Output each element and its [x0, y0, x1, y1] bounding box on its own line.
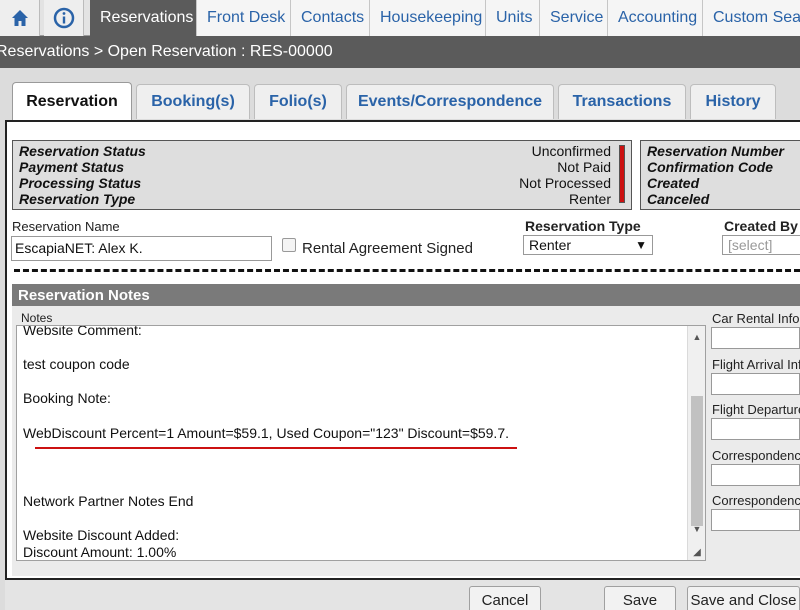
notes-line: Network Partner Notes End	[23, 493, 194, 509]
payment-status-value: Not Paid	[557, 159, 611, 175]
nav-tab-label: Reservations	[100, 9, 194, 26]
rental-agreement-checkbox[interactable]	[282, 238, 296, 252]
notes-section-title: Reservation Notes	[18, 286, 150, 304]
home-icon	[11, 10, 28, 26]
reservation-type-label: Reservation Type	[19, 191, 136, 207]
payment-status-label: Payment Status	[19, 159, 125, 175]
notes-section-header: Reservation Notes	[12, 284, 800, 306]
notes-line: Booking Note:	[23, 390, 111, 406]
scroll-down-icon[interactable]: ▼	[688, 522, 705, 536]
top-nav: Reservations Front Desk Contacts Houseke…	[0, 0, 800, 36]
nav-tab-label: Housekeeping	[380, 9, 483, 26]
nav-tab-label: Service	[550, 9, 604, 26]
breadcrumb: Reservations > Open Reservation : RES-00…	[0, 36, 800, 68]
reservation-name-input[interactable]: EscapiaNET: Alex K.	[11, 236, 272, 261]
created-by-select[interactable]: [select]	[722, 235, 800, 255]
car-rental-input[interactable]	[711, 327, 800, 349]
info-button[interactable]	[44, 0, 84, 36]
flight-departure-label: Flight Departure	[712, 402, 800, 417]
scroll-up-icon[interactable]: ▲	[688, 330, 705, 344]
reservation-status-label: Reservation Status	[19, 143, 146, 159]
home-button[interactable]	[0, 0, 40, 36]
processing-status-value: Not Processed	[519, 175, 611, 191]
correspondence-input-1[interactable]	[711, 464, 800, 486]
rental-agreement-label: Rental Agreement Signed	[302, 240, 473, 257]
processing-status-label: Processing Status	[19, 175, 142, 191]
tab-events-correspondence[interactable]: Events/Correspondence	[346, 84, 554, 119]
reservation-type-value: Renter	[568, 191, 611, 207]
save-button[interactable]: Save	[604, 586, 676, 610]
divider	[14, 269, 800, 272]
nav-tab-accounting[interactable]: Accounting	[608, 0, 703, 36]
app-root: Reservations Front Desk Contacts Houseke…	[0, 0, 800, 610]
created-label: Created	[647, 175, 700, 191]
notes-line: test coupon code	[23, 356, 130, 372]
flight-arrival-label: Flight Arrival Inf	[712, 357, 800, 372]
nav-tab-contacts[interactable]: Contacts	[291, 0, 370, 36]
nav-tab-custom-search[interactable]: Custom Sear	[703, 0, 800, 36]
nav-tab-service[interactable]: Service	[540, 0, 608, 36]
tab-label: Folio(s)	[269, 93, 327, 110]
reservation-type-field-label: Reservation Type	[525, 218, 641, 234]
tab-label: History	[705, 93, 761, 110]
status-indicator	[619, 145, 625, 203]
tab-reservation[interactable]: Reservation	[12, 82, 132, 121]
confirmation-code-label: Confirmation Code	[647, 159, 773, 175]
flight-arrival-input[interactable]	[711, 373, 800, 395]
notes-textarea[interactable]: Website Comment: test coupon code Bookin…	[16, 325, 706, 561]
status-box: Reservation Status Payment Status Proces…	[12, 140, 632, 210]
tab-label: Transactions	[572, 93, 672, 110]
reservation-name-label: Reservation Name	[12, 219, 120, 234]
scrollbar-thumb[interactable]	[691, 396, 703, 526]
reservation-number-label: Reservation Number	[647, 143, 784, 159]
nav-tab-label: Units	[496, 9, 533, 26]
dropdown-arrow-icon: ▼	[635, 238, 647, 252]
tab-label: Events/Correspondence	[357, 93, 543, 110]
resize-grip-icon[interactable]: ◢	[688, 546, 705, 560]
reservation-status-value: Unconfirmed	[531, 143, 611, 159]
notes-line: Discount Amount: 1.00%	[23, 544, 177, 560]
correspondence-input-2[interactable]	[711, 509, 800, 531]
nav-tab-label: Front Desk	[207, 9, 286, 26]
tab-bookings[interactable]: Booking(s)	[136, 84, 250, 119]
tab-transactions[interactable]: Transactions	[558, 84, 686, 119]
nav-tab-housekeeping[interactable]: Housekeeping	[370, 0, 486, 36]
cancel-button[interactable]: Cancel	[469, 586, 541, 610]
nav-tab-front-desk[interactable]: Front Desk	[197, 0, 291, 36]
save-and-close-button[interactable]: Save and Close	[687, 586, 800, 610]
nav-tab-reservations[interactable]: Reservations	[90, 0, 197, 36]
nav-tab-units[interactable]: Units	[486, 0, 540, 36]
tab-folios[interactable]: Folio(s)	[254, 84, 342, 119]
info-icon	[53, 7, 74, 29]
info-box: Reservation Number Confirmation Code Cre…	[640, 140, 800, 210]
correspondence-label-1: Correspondence	[712, 448, 800, 463]
notes-scrollbar[interactable]: ▲ ▼ ◢	[687, 326, 705, 560]
nav-tab-label: Custom Sear	[713, 9, 800, 26]
nav-tab-label: Contacts	[301, 9, 365, 26]
tab-label: Reservation	[26, 93, 118, 110]
notes-label: Notes	[21, 311, 53, 325]
notes-line: Website Discount Added:	[23, 527, 180, 543]
tab-history[interactable]: History	[690, 84, 776, 119]
flight-departure-input[interactable]	[711, 418, 800, 440]
reservation-type-select[interactable]: Renter ▼	[523, 235, 653, 255]
reservation-type-selected: Renter	[529, 237, 572, 253]
footer-bar	[5, 578, 800, 610]
tab-label: Booking(s)	[151, 93, 235, 110]
canceled-label: Canceled	[647, 191, 710, 207]
red-underline	[35, 447, 517, 449]
created-by-label: Created By	[724, 218, 798, 234]
created-by-selected: [select]	[728, 237, 773, 253]
notes-line-highlighted: WebDiscount Percent=1 Amount=$59.1, Used…	[23, 425, 510, 441]
car-rental-label: Car Rental Infor	[712, 311, 800, 326]
breadcrumb-text: Reservations > Open Reservation : RES-00…	[0, 43, 333, 60]
notes-line: Website Comment:	[23, 325, 142, 338]
nav-tab-label: Accounting	[618, 9, 698, 26]
correspondence-label-2: Correspondence	[712, 493, 800, 508]
